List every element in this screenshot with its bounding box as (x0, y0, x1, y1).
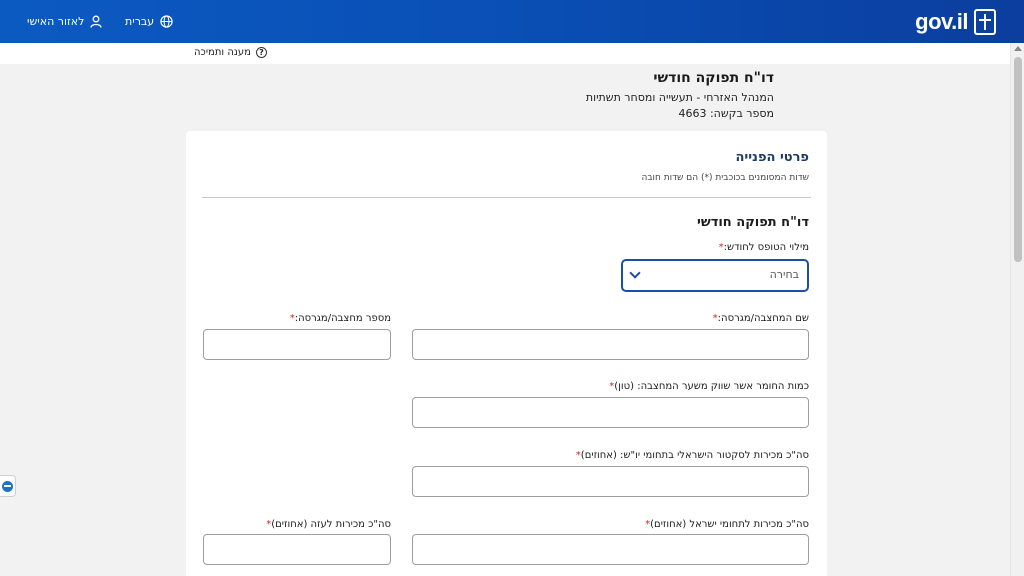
sales-israel-label: סה"כ מכירות לתחומי ישראל (אחוזים)* (645, 519, 809, 530)
sales-yosh-input[interactable] (412, 466, 809, 497)
request-number: מספר בקשה: 4663 (678, 107, 774, 120)
top-navigation-bar: gov.il עברית לאזור האישי (0, 0, 1024, 43)
help-bar: מענה ותמיכה ? (0, 43, 1010, 64)
question-circle-icon: ? (255, 47, 267, 58)
accessibility-icon (2, 480, 13, 492)
user-icon (90, 15, 103, 28)
request-department: המנהל האזרחי - תעשייה ומסחר תשתיות (585, 91, 774, 104)
page-scrollbar[interactable] (1010, 43, 1024, 576)
sales-israel-input[interactable] (412, 534, 809, 565)
help-support-link[interactable]: מענה ותמיכה ? (194, 47, 267, 58)
help-label: מענה ותמיכה (194, 47, 251, 58)
gov-il-logo[interactable]: gov.il (915, 6, 996, 38)
section-title: פרטי הפנייה (735, 150, 809, 165)
state-emblem-icon (974, 9, 996, 35)
month-label: מילוי הטופס לחודש:* (718, 242, 809, 253)
material-quantity-input[interactable] (412, 397, 809, 428)
quarry-number-label: מספר מחצבה/מגרסה:* (289, 313, 391, 324)
language-label: עברית (125, 15, 155, 28)
language-selector[interactable]: עברית (125, 0, 173, 43)
accessibility-side-tab[interactable] (0, 475, 16, 497)
month-select-value: בחירה (769, 268, 799, 281)
globe-icon (160, 15, 173, 28)
scroll-up-arrow-icon[interactable] (1014, 46, 1022, 51)
quarry-number-input[interactable] (203, 329, 391, 360)
material-quantity-label: כמות החומר אשר שווק משער המחצבה: (טון)* (609, 381, 809, 392)
scrollbar-thumb[interactable] (1014, 57, 1022, 262)
personal-area-label: לאזור האישי (27, 15, 85, 28)
form-card: פרטי הפנייה שדות המסומנים בכוכבית (*) הם… (186, 131, 827, 576)
sales-yosh-label: סה"כ מכירות לסקטור הישראלי בתחומי יו"ש: … (575, 450, 809, 461)
quarry-name-input[interactable] (412, 329, 809, 360)
month-select[interactable]: בחירה (621, 259, 809, 292)
logo-text: gov.il (915, 9, 968, 34)
sales-gaza-input[interactable] (203, 534, 391, 565)
request-title: דו"ח תפוקה חודשי (653, 70, 774, 86)
section-divider (202, 197, 811, 198)
form-title: דו"ח תפוקה חודשי (697, 215, 809, 230)
required-fields-note: שדות המסומנים בכוכבית (*) הם שדות חובה (641, 173, 809, 183)
request-header: דו"ח תפוקה חודשי המנהל האזרחי - תעשייה ו… (586, 70, 774, 122)
quarry-name-label: שם המחצבה/מגרסה:* (712, 313, 809, 324)
sales-gaza-label: סה"כ מכירות לעזה (אחוזים)* (266, 519, 391, 530)
chevron-down-icon (629, 267, 641, 279)
personal-area-link[interactable]: לאזור האישי (27, 0, 103, 43)
